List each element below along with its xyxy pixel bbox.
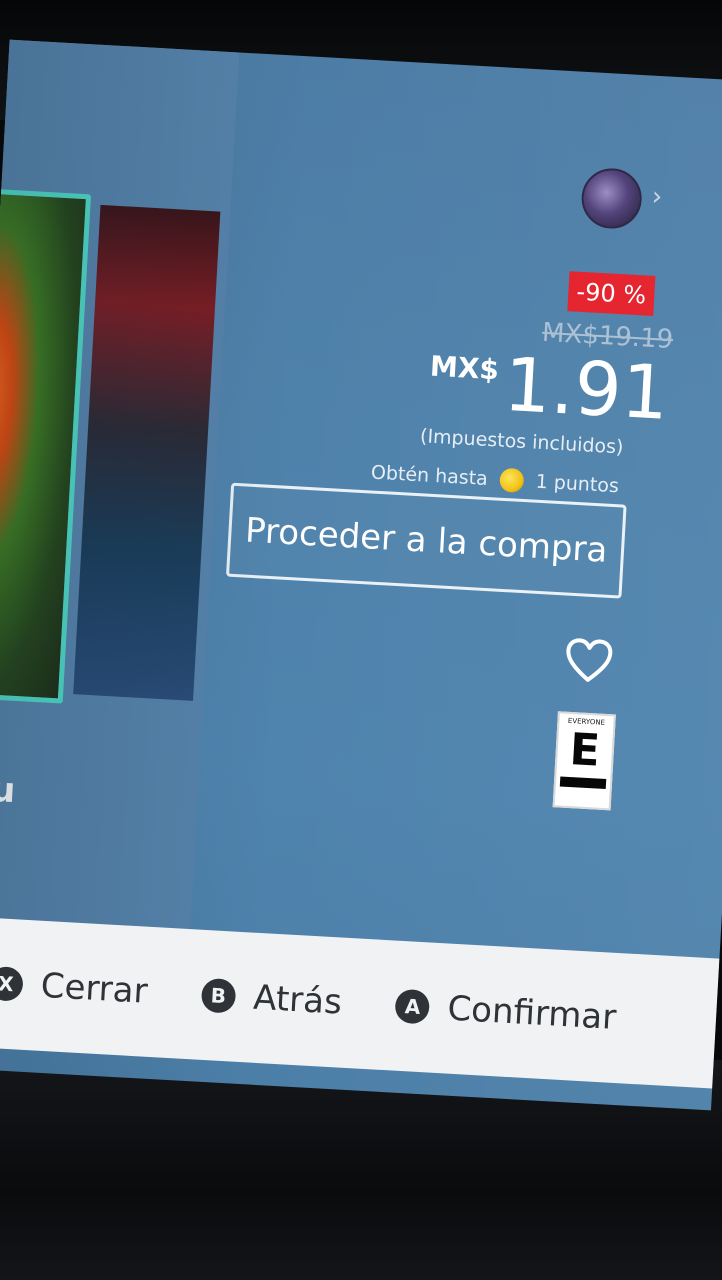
currency-label: MX$: [429, 349, 500, 387]
eshop-screen: ou e › -90 % MX$19.19 MX$ 1.91 (Impuesto…: [0, 39, 722, 1111]
points-suffix: 1 puntos: [535, 470, 620, 498]
game-title-partial: ou: [0, 768, 17, 812]
coin-icon: [499, 467, 525, 493]
close-action[interactable]: X Cerrar: [0, 963, 149, 1012]
heart-icon[interactable]: [563, 637, 615, 686]
a-button-icon: A: [394, 988, 431, 1025]
back-action[interactable]: B Atrás: [200, 975, 343, 1023]
button-guide-bar: X Cerrar B Atrás A Confirmar: [0, 916, 720, 1089]
game-subtitle-partial: e: [0, 823, 26, 866]
points-prefix: Obtén hasta: [370, 461, 489, 490]
x-button-icon: X: [0, 965, 24, 1002]
photo-frame: ou e › -90 % MX$19.19 MX$ 1.91 (Impuesto…: [0, 0, 722, 1280]
confirm-action[interactable]: A Confirmar: [394, 986, 618, 1038]
rating-footer-bar: [559, 776, 607, 790]
back-label: Atrás: [252, 977, 343, 1023]
b-button-icon: B: [200, 977, 237, 1014]
esrb-rating-icon[interactable]: EVERYONE E: [552, 711, 616, 811]
confirm-label: Confirmar: [446, 988, 618, 1038]
rating-letter: E: [568, 724, 602, 777]
price: MX$ 1.91: [427, 341, 671, 437]
price-value: 1.91: [501, 341, 671, 437]
proceed-to-purchase-button[interactable]: Proceder a la compra: [225, 482, 627, 599]
screenshots-panel: ou e: [0, 39, 240, 932]
chevron-right-icon[interactable]: ›: [651, 182, 663, 213]
close-label: Cerrar: [39, 965, 149, 1012]
user-avatar[interactable]: [580, 166, 644, 231]
screenshot-thumbnail[interactable]: [73, 204, 221, 701]
discount-badge: -90 %: [567, 271, 656, 316]
